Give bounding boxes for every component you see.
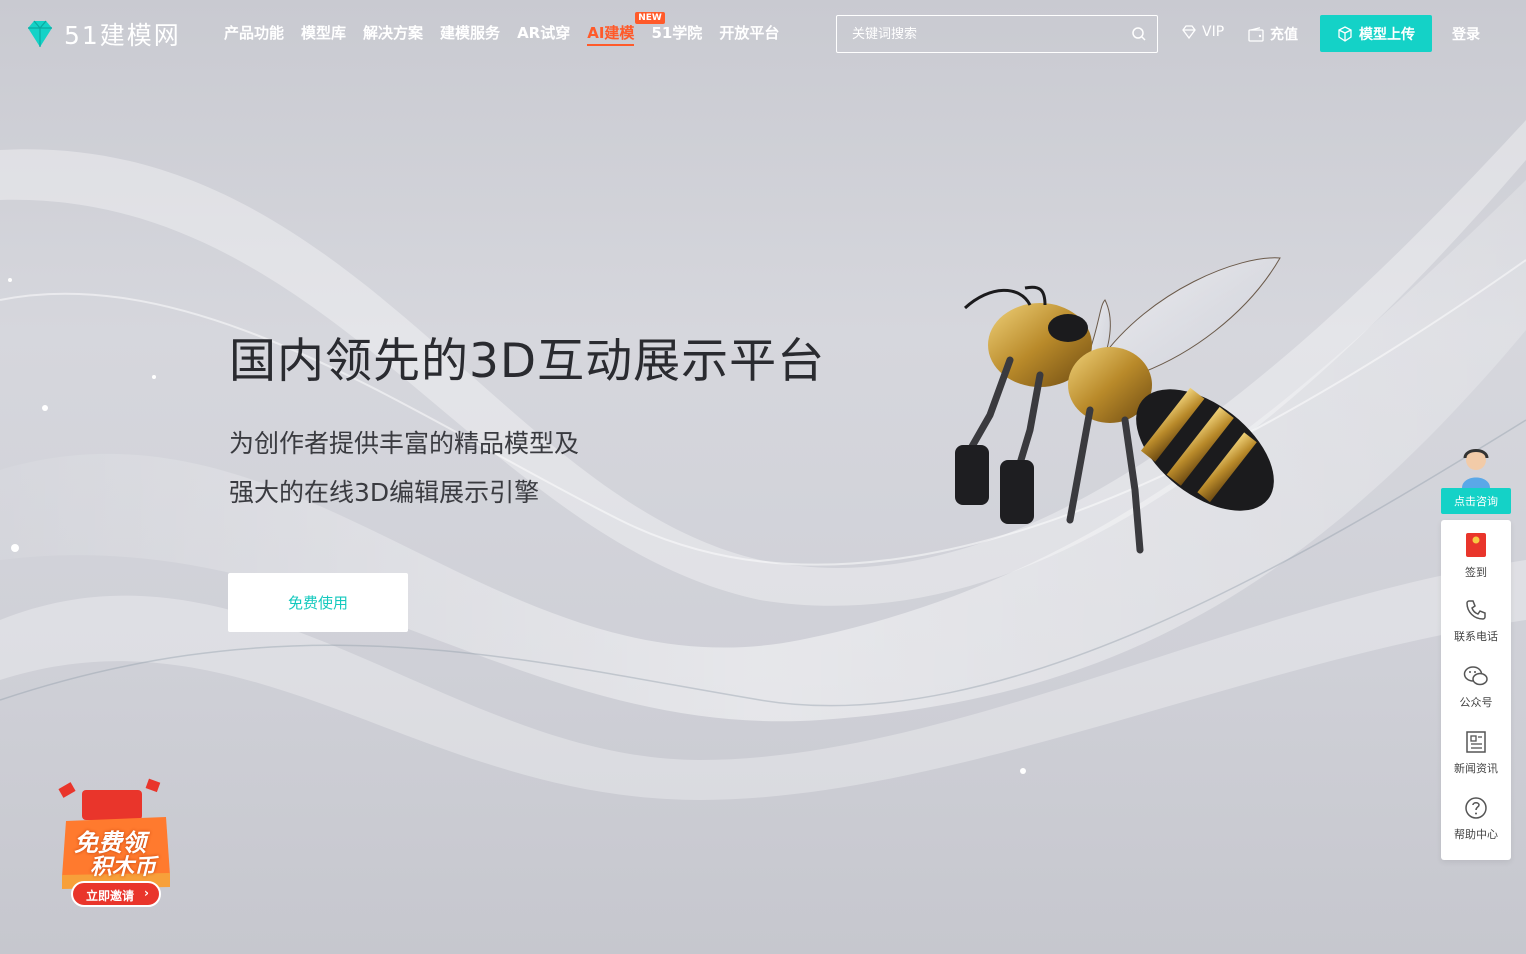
hero-title: 国内领先的3D互动展示平台 <box>229 334 826 389</box>
promo-invite-button[interactable]: 立即邀请 <box>86 887 134 904</box>
red-envelope-icon <box>1466 533 1486 557</box>
hero-subtitle-line2: 强大的在线3D编辑展示引擎 <box>229 478 540 507</box>
sidebar-item-label: 联系电话 <box>1454 630 1498 643</box>
search-input[interactable] <box>837 16 1117 52</box>
consult-label: 点击咨询 <box>1441 488 1511 514</box>
phone-icon <box>1466 600 1486 620</box>
sidebar-item-label: 帮助中心 <box>1454 828 1498 841</box>
bee-3d-model-image <box>955 257 1281 554</box>
diamond-icon <box>1182 25 1196 39</box>
site-logo[interactable]: 51建模网 <box>24 16 181 52</box>
hero-subtitle-line1: 为创作者提供丰富的精品模型及 <box>229 429 580 458</box>
sidebar-item-checkin[interactable]: 签到 <box>1441 532 1511 594</box>
nav-product-features[interactable]: 产品功能 <box>224 22 284 46</box>
sidebar-item-label: 签到 <box>1465 566 1487 579</box>
model-upload-button[interactable]: 模型上传 <box>1320 15 1432 52</box>
nav-model-library[interactable]: 模型库 <box>301 22 346 46</box>
help-icon <box>1465 797 1487 819</box>
search-icon[interactable] <box>1131 26 1147 42</box>
nav-open-platform[interactable]: 开放平台 <box>719 22 779 46</box>
side-toolbar: 签到 联系电话 公众号 新闻资讯 帮助中心 <box>1441 520 1511 860</box>
upload-label: 模型上传 <box>1359 26 1415 43</box>
nav-solutions[interactable]: 解决方案 <box>363 22 423 46</box>
customer-service-avatar-icon <box>1462 449 1490 488</box>
promo-line2: 积木币 <box>90 855 157 880</box>
logo-text: 51建模网 <box>64 21 181 50</box>
nav-ai-modeling[interactable]: AI建模 NEW <box>587 12 665 46</box>
recharge-label: 充值 <box>1270 27 1298 43</box>
sidebar-item-phone[interactable]: 联系电话 <box>1441 598 1511 660</box>
free-coins-promo[interactable]: 免费领 积木币 立即邀请 › <box>52 775 180 910</box>
login-link[interactable]: 登录 <box>1452 24 1480 44</box>
news-icon <box>1466 731 1486 753</box>
cube-upload-icon <box>1338 25 1352 42</box>
sidebar-item-label: 新闻资讯 <box>1454 762 1498 775</box>
sidebar-item-news[interactable]: 新闻资讯 <box>1441 730 1511 792</box>
free-use-button[interactable]: 免费使用 <box>228 573 408 632</box>
consult-widget[interactable]: 点击咨询 <box>1441 444 1511 514</box>
nav-ar-tryon[interactable]: AR试穿 <box>517 22 570 46</box>
sidebar-item-wechat[interactable]: 公众号 <box>1441 664 1511 726</box>
wallet-icon <box>1248 26 1264 42</box>
vip-label: VIP <box>1202 24 1225 40</box>
search-box <box>836 15 1158 53</box>
vip-link[interactable]: VIP <box>1181 24 1224 40</box>
main-nav: 产品功能 模型库 解决方案 建模服务 AR试穿 AI建模 NEW 51学院 开放… <box>224 12 779 46</box>
nav-ai-modeling-label: AI建模 <box>587 24 635 42</box>
nav-modeling-service[interactable]: 建模服务 <box>440 22 500 46</box>
top-header: 51建模网 产品功能 模型库 解决方案 建模服务 AR试穿 AI建模 NEW 5… <box>0 0 1526 68</box>
chevron-right-icon: › <box>144 886 149 900</box>
sidebar-item-label: 公众号 <box>1459 696 1493 709</box>
sidebar-item-help[interactable]: 帮助中心 <box>1441 796 1511 858</box>
nav-academy[interactable]: 51学院 <box>651 22 702 46</box>
logo-diamond-icon <box>28 20 52 47</box>
wechat-icon <box>1463 666 1488 686</box>
recharge-link[interactable]: 充值 <box>1248 24 1298 44</box>
